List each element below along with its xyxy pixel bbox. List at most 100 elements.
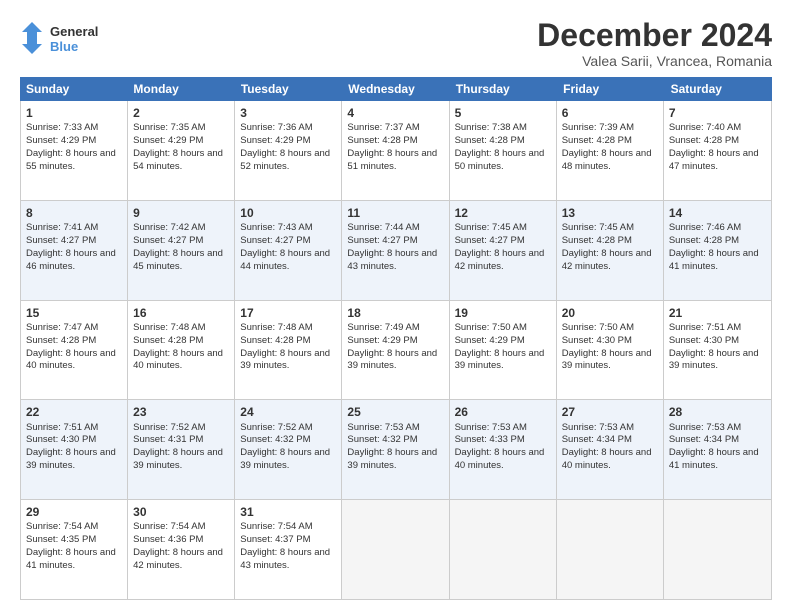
day-info: Sunrise: 7:50 AM Sunset: 4:30 PM Dayligh…: [562, 322, 658, 373]
day-info: Sunrise: 7:42 AM Sunset: 4:27 PM Dayligh…: [133, 222, 229, 273]
day-number: 5: [455, 105, 551, 121]
month-title: December 2024: [537, 18, 772, 53]
day-number: 11: [347, 205, 443, 221]
day-number: 15: [26, 305, 122, 321]
calendar-row-4: 22Sunrise: 7:51 AM Sunset: 4:30 PM Dayli…: [21, 400, 771, 500]
day-25: 25 Sunrise: 7:53 AM Sunset: 4:32 PM Dayli…: [342, 400, 449, 499]
page: General Blue December 2024 Valea Sarii, …: [0, 0, 792, 612]
day-info: Sunrise: 7:38 AM Sunset: 4:28 PM Dayligh…: [455, 122, 551, 173]
empty-cell: [450, 500, 557, 599]
logo: General Blue: [20, 18, 110, 58]
day-info: Sunrise: 7:53 AM Sunset: 4:34 PM Dayligh…: [562, 422, 658, 473]
day-number: 28: [669, 404, 766, 420]
day-31: 31Sunrise: 7:54 AM Sunset: 4:37 PM Dayli…: [235, 500, 342, 599]
day-info: Sunrise: 7:43 AM Sunset: 4:27 PM Dayligh…: [240, 222, 336, 273]
logo-icon: General Blue: [20, 18, 110, 58]
header-sunday: Sunday: [20, 77, 127, 101]
empty-cell: [342, 500, 449, 599]
day-info: Sunrise: 7:51 AM Sunset: 4:30 PM Dayligh…: [26, 422, 122, 473]
day-number: 3: [240, 105, 336, 121]
day-number: 10: [240, 205, 336, 221]
day-number: 23: [133, 404, 229, 420]
day-20: 20Sunrise: 7:50 AM Sunset: 4:30 PM Dayli…: [557, 301, 664, 400]
day-info: Sunrise: 7:36 AM Sunset: 4:29 PM Dayligh…: [240, 122, 336, 173]
day-number: 30: [133, 504, 229, 520]
day-number: 26: [455, 404, 551, 420]
day-5: 5Sunrise: 7:38 AM Sunset: 4:28 PM Daylig…: [450, 101, 557, 200]
day-number: 29: [26, 504, 122, 520]
calendar-row-5: 29Sunrise: 7:54 AM Sunset: 4:35 PM Dayli…: [21, 500, 771, 599]
day-number: 31: [240, 504, 336, 520]
calendar: Sunday Monday Tuesday Wednesday Thursday…: [20, 77, 772, 600]
title-block: December 2024 Valea Sarii, Vrancea, Roma…: [537, 18, 772, 69]
day-info: Sunrise: 7:39 AM Sunset: 4:28 PM Dayligh…: [562, 122, 658, 173]
day-19: 19Sunrise: 7:50 AM Sunset: 4:29 PM Dayli…: [450, 301, 557, 400]
day-number: 2: [133, 105, 229, 121]
header: General Blue December 2024 Valea Sarii, …: [20, 18, 772, 69]
day-number: 27: [562, 404, 658, 420]
day-number: 18: [347, 305, 443, 321]
day-info: Sunrise: 7:35 AM Sunset: 4:29 PM Dayligh…: [133, 122, 229, 173]
day-number: 8: [26, 205, 122, 221]
day-info: Sunrise: 7:53 AM Sunset: 4:32 PM Dayligh…: [347, 422, 443, 473]
day-info: Sunrise: 7:40 AM Sunset: 4:28 PM Dayligh…: [669, 122, 766, 173]
day-info: Sunrise: 7:33 AM Sunset: 4:29 PM Dayligh…: [26, 122, 122, 173]
day-15: 15Sunrise: 7:47 AM Sunset: 4:28 PM Dayli…: [21, 301, 128, 400]
day-info: Sunrise: 7:47 AM Sunset: 4:28 PM Dayligh…: [26, 322, 122, 373]
day-6: 6Sunrise: 7:39 AM Sunset: 4:28 PM Daylig…: [557, 101, 664, 200]
day-number: 19: [455, 305, 551, 321]
day-number: 7: [669, 105, 766, 121]
day-17: 17Sunrise: 7:48 AM Sunset: 4:28 PM Dayli…: [235, 301, 342, 400]
day-22: 22Sunrise: 7:51 AM Sunset: 4:30 PM Dayli…: [21, 400, 128, 499]
header-wednesday: Wednesday: [342, 77, 449, 101]
day-info: Sunrise: 7:53 AM Sunset: 4:33 PM Dayligh…: [455, 422, 551, 473]
day-26: 26 Sunrise: 7:53 AM Sunset: 4:33 PM Dayli…: [450, 400, 557, 499]
day-info: Sunrise: 7:54 AM Sunset: 4:37 PM Dayligh…: [240, 521, 336, 572]
day-13: 13Sunrise: 7:45 AM Sunset: 4:28 PM Dayli…: [557, 201, 664, 300]
day-number: 24: [240, 404, 336, 420]
calendar-body: 1Sunrise: 7:33 AM Sunset: 4:29 PM Daylig…: [20, 101, 772, 600]
day-number: 12: [455, 205, 551, 221]
day-number: 21: [669, 305, 766, 321]
day-info: Sunrise: 7:50 AM Sunset: 4:29 PM Dayligh…: [455, 322, 551, 373]
svg-text:Blue: Blue: [50, 39, 78, 54]
day-number: 13: [562, 205, 658, 221]
header-friday: Friday: [557, 77, 664, 101]
day-number: 6: [562, 105, 658, 121]
day-number: 1: [26, 105, 122, 121]
day-info: Sunrise: 7:41 AM Sunset: 4:27 PM Dayligh…: [26, 222, 122, 273]
location: Valea Sarii, Vrancea, Romania: [537, 53, 772, 69]
day-2: 2Sunrise: 7:35 AM Sunset: 4:29 PM Daylig…: [128, 101, 235, 200]
calendar-row-1: 1Sunrise: 7:33 AM Sunset: 4:29 PM Daylig…: [21, 101, 771, 201]
day-info: Sunrise: 7:44 AM Sunset: 4:27 PM Dayligh…: [347, 222, 443, 273]
day-info: Sunrise: 7:52 AM Sunset: 4:31 PM Dayligh…: [133, 422, 229, 473]
day-info: Sunrise: 7:51 AM Sunset: 4:30 PM Dayligh…: [669, 322, 766, 373]
day-info: Sunrise: 7:54 AM Sunset: 4:36 PM Dayligh…: [133, 521, 229, 572]
day-info: Sunrise: 7:45 AM Sunset: 4:28 PM Dayligh…: [562, 222, 658, 273]
day-number: 4: [347, 105, 443, 121]
empty-cell: [664, 500, 771, 599]
calendar-header: Sunday Monday Tuesday Wednesday Thursday…: [20, 77, 772, 101]
day-4: 4Sunrise: 7:37 AM Sunset: 4:28 PM Daylig…: [342, 101, 449, 200]
day-1: 1Sunrise: 7:33 AM Sunset: 4:29 PM Daylig…: [21, 101, 128, 200]
day-7: 7Sunrise: 7:40 AM Sunset: 4:28 PM Daylig…: [664, 101, 771, 200]
header-thursday: Thursday: [450, 77, 557, 101]
day-info: Sunrise: 7:45 AM Sunset: 4:27 PM Dayligh…: [455, 222, 551, 273]
day-info: Sunrise: 7:48 AM Sunset: 4:28 PM Dayligh…: [240, 322, 336, 373]
day-number: 20: [562, 305, 658, 321]
day-16: 16Sunrise: 7:48 AM Sunset: 4:28 PM Dayli…: [128, 301, 235, 400]
empty-cell: [557, 500, 664, 599]
day-info: Sunrise: 7:54 AM Sunset: 4:35 PM Dayligh…: [26, 521, 122, 572]
header-tuesday: Tuesday: [235, 77, 342, 101]
header-saturday: Saturday: [665, 77, 772, 101]
svg-text:General: General: [50, 24, 98, 39]
day-info: Sunrise: 7:37 AM Sunset: 4:28 PM Dayligh…: [347, 122, 443, 173]
header-monday: Monday: [127, 77, 234, 101]
day-9: 9Sunrise: 7:42 AM Sunset: 4:27 PM Daylig…: [128, 201, 235, 300]
day-number: 14: [669, 205, 766, 221]
calendar-row-2: 8Sunrise: 7:41 AM Sunset: 4:27 PM Daylig…: [21, 201, 771, 301]
day-29: 29Sunrise: 7:54 AM Sunset: 4:35 PM Dayli…: [21, 500, 128, 599]
day-number: 25: [347, 404, 443, 420]
day-10: 10Sunrise: 7:43 AM Sunset: 4:27 PM Dayli…: [235, 201, 342, 300]
day-3: 3Sunrise: 7:36 AM Sunset: 4:29 PM Daylig…: [235, 101, 342, 200]
